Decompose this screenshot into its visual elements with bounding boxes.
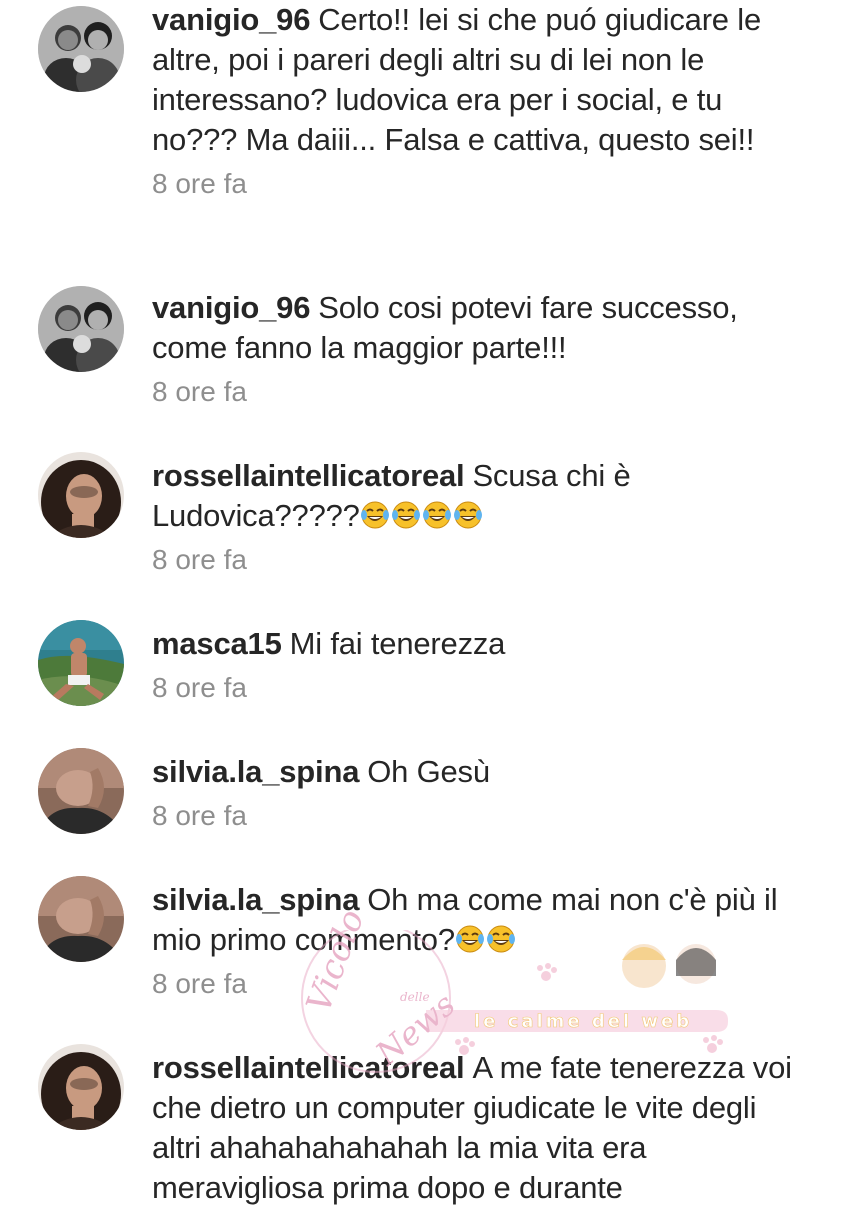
woman-dark-hair-icon	[38, 452, 124, 538]
comment-username[interactable]: vanigio_96	[152, 2, 310, 37]
comment-username[interactable]: silvia.la_spina	[152, 754, 359, 789]
comment-timestamp[interactable]: 8 ore fa	[152, 540, 813, 580]
couple-photo-icon	[38, 286, 124, 372]
comment-text: rossellaintellicatoreal A me fate tenerez…	[152, 1048, 813, 1208]
comment-text: silvia.la_spina Oh Gesù	[152, 752, 813, 792]
comment-text: vanigio_96 Solo cosi potevi fare successo…	[152, 288, 813, 368]
avatar[interactable]	[38, 452, 124, 538]
woman-hand-on-neck-icon	[38, 876, 124, 962]
comment-text: silvia.la_spina Oh ma come mai non c'è pi…	[152, 880, 813, 960]
comment-username[interactable]: rossellaintellicatoreal	[152, 458, 465, 493]
face-with-tears-of-joy-icon	[453, 501, 482, 529]
woman-hand-on-neck-icon	[38, 748, 124, 834]
comment-text: vanigio_96 Certo!! lei si che puó giudica…	[152, 0, 813, 160]
face-with-tears-of-joy-icon	[391, 501, 420, 529]
avatar[interactable]	[38, 748, 124, 834]
man-by-sea-icon	[38, 620, 124, 706]
avatar[interactable]	[38, 6, 124, 92]
watermark-banner: le calme del web	[474, 1011, 692, 1032]
comment-username[interactable]: rossellaintellicatoreal	[152, 1050, 465, 1085]
comment-timestamp[interactable]: 8 ore fa	[152, 164, 813, 204]
comment-text: rossellaintellicatoreal Scusa chi è Ludov…	[152, 456, 813, 536]
comment-username[interactable]: vanigio_96	[152, 290, 310, 325]
emoji-group	[455, 922, 517, 957]
couple-photo-icon	[38, 6, 124, 92]
comment-timestamp[interactable]: 8 ore fa	[152, 372, 813, 412]
comment-text: masca15 Mi fai tenerezza	[152, 624, 813, 664]
avatar[interactable]	[38, 876, 124, 962]
comment-timestamp[interactable]: 8 ore fa	[152, 964, 813, 1004]
woman-dark-hair-icon	[38, 1044, 124, 1130]
emoji-group	[360, 498, 484, 533]
face-with-tears-of-joy-icon	[360, 501, 389, 529]
comment-username[interactable]: masca15	[152, 626, 282, 661]
avatar[interactable]	[38, 286, 124, 372]
comment-timestamp[interactable]: 8 ore fa	[152, 796, 813, 836]
face-with-tears-of-joy-icon	[486, 925, 515, 953]
comment-timestamp[interactable]: 8 ore fa	[152, 668, 813, 708]
avatar[interactable]	[38, 620, 124, 706]
avatar[interactable]	[38, 1044, 124, 1130]
comment-message: Oh Gesù	[367, 754, 490, 789]
comment-username[interactable]: silvia.la_spina	[152, 882, 359, 917]
face-with-tears-of-joy-icon	[455, 925, 484, 953]
comment-message: Mi fai tenerezza	[289, 626, 506, 661]
face-with-tears-of-joy-icon	[422, 501, 451, 529]
